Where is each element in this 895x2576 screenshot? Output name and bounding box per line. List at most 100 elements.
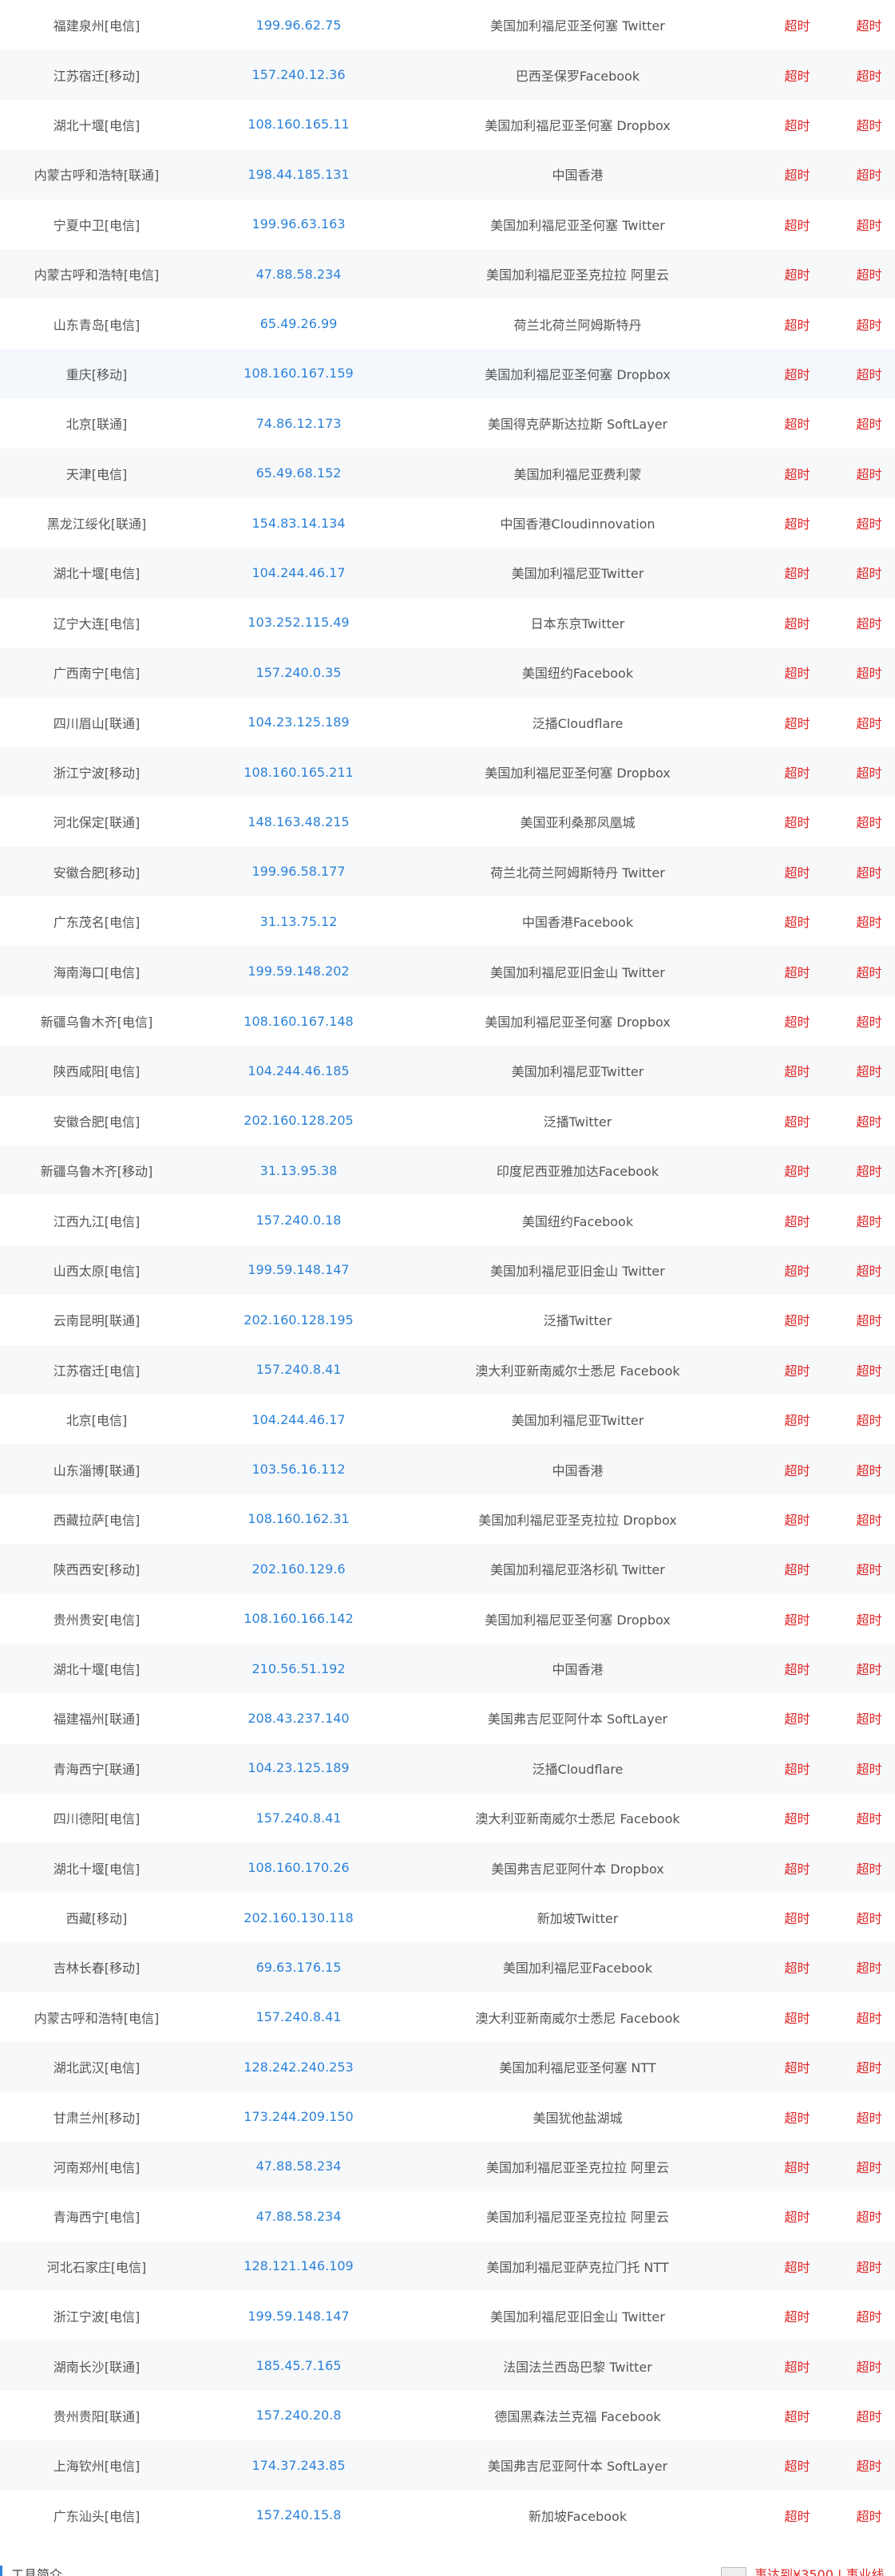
status-cell: 超时 [856, 1811, 882, 1827]
ip-link[interactable]: 47.88.58.234 [193, 267, 404, 282]
table-row: 湖北十堰[电信] 108.160.165.11 美国加利福尼亚圣何塞 Dropbox… [0, 100, 895, 149]
table-row: 江苏宿迁[电信] 157.240.8.41 澳大利亚新南威尔士悉尼 Facebook… [0, 1344, 895, 1395]
ip-link[interactable]: 103.252.115.49 [193, 615, 404, 630]
ip-link[interactable]: 65.49.26.99 [193, 316, 404, 331]
status-cell: 超时 [784, 2060, 810, 2076]
status-cell: 超时 [784, 1512, 810, 1528]
ip-link[interactable]: 157.240.0.18 [193, 1213, 404, 1228]
table-row: 新疆乌鲁木齐[移动] 31.13.95.38 印度尼西亚雅加达Facebook 超时 超… [0, 1145, 895, 1196]
ip-link[interactable]: 202.160.129.6 [193, 1561, 404, 1577]
location-cell: 江西九江[电信] [53, 1213, 141, 1229]
status-cell: 超时 [856, 1562, 882, 1578]
ip-geo-cell: 美国加利福尼亚Twitter [511, 566, 644, 582]
ip-geo-cell: 美国加利福尼亚Twitter [511, 1064, 644, 1080]
location-cell: 广西南宁[电信] [53, 666, 141, 682]
ip-geo-cell: 美国加利福尼亚圣克拉拉 Dropbox [478, 1512, 677, 1528]
ip-geo-cell: 澳大利亚新南威尔士悉尼 Facebook [475, 1811, 680, 1827]
ip-link[interactable]: 157.240.15.8 [193, 2507, 404, 2523]
table-row: 广东汕头[电信] 157.240.15.8 新加坡Facebook 超时 超时 [0, 2491, 895, 2540]
ip-link[interactable]: 104.244.46.17 [193, 565, 404, 580]
ip-geo-cell: 美国加利福尼亚萨克拉门托 NTT [486, 2259, 669, 2275]
table-row: 海南海口[电信] 199.59.148.202 美国加利福尼亚旧金山 Twitter… [0, 946, 895, 996]
ip-link[interactable]: 31.13.75.12 [193, 914, 404, 929]
ip-link[interactable]: 108.160.166.142 [193, 1611, 404, 1626]
ip-link[interactable]: 185.45.7.165 [193, 2358, 404, 2373]
ip-link[interactable]: 104.23.125.189 [193, 1760, 404, 1775]
ip-link[interactable]: 148.163.48.215 [193, 814, 404, 829]
table-row: 四川德阳[电信] 157.240.8.41 澳大利亚新南威尔士悉尼 Facebook… [0, 1793, 895, 1842]
status-cell: 超时 [856, 117, 882, 133]
ip-geo-cell: 德国黑森法兰克福 Facebook [494, 2408, 661, 2424]
ip-link[interactable]: 108.160.170.26 [193, 1860, 404, 1875]
ip-link[interactable]: 174.37.243.85 [193, 2458, 404, 2473]
status-cell: 超时 [856, 715, 882, 731]
ip-link[interactable]: 157.240.8.41 [193, 2009, 404, 2024]
ip-link[interactable]: 47.88.58.234 [193, 2209, 404, 2224]
location-cell: 江苏宿迁[移动] [53, 68, 141, 84]
ip-geo-cell: 美国加利福尼亚Facebook [502, 1961, 653, 1977]
ip-geo-cell: 新加坡Twitter [537, 1911, 619, 1927]
ip-link[interactable]: 104.244.46.17 [193, 1412, 404, 1427]
location-cell: 内蒙古呼和浩特[联通] [34, 168, 160, 184]
ip-link[interactable]: 108.160.162.31 [193, 1511, 404, 1526]
ip-link[interactable]: 157.240.8.41 [193, 1810, 404, 1826]
status-cell: 超时 [784, 1761, 810, 1777]
status-cell: 超时 [856, 1911, 882, 1927]
ip-link[interactable]: 198.44.185.131 [193, 167, 404, 182]
ip-link[interactable]: 210.56.51.192 [193, 1661, 404, 1676]
ip-link[interactable]: 199.59.148.147 [193, 1262, 404, 1277]
ip-link[interactable]: 104.23.125.189 [193, 714, 404, 730]
ip-link[interactable]: 202.160.128.205 [193, 1113, 404, 1128]
ip-link[interactable]: 65.49.68.152 [193, 465, 404, 481]
ip-geo-cell: 美国加利福尼亚圣何塞 Dropbox [485, 1015, 671, 1030]
ip-link[interactable]: 103.56.16.112 [193, 1462, 404, 1477]
table-row: 湖北十堰[电信] 108.160.170.26 美国弗吉尼亚阿什本 Dropbox 超… [0, 1842, 895, 1893]
ip-link[interactable]: 208.43.237.140 [193, 1711, 404, 1726]
location-cell: 安徽合肥[移动] [53, 865, 141, 880]
location-cell: 云南昆明[联通] [53, 1313, 141, 1329]
ip-link[interactable]: 157.240.20.8 [193, 2408, 404, 2423]
status-cell: 超时 [784, 18, 810, 34]
status-cell: 超时 [784, 2159, 810, 2175]
ip-link[interactable]: 199.96.63.163 [193, 216, 404, 231]
status-cell: 超时 [856, 615, 882, 631]
ip-link[interactable]: 199.96.58.177 [193, 864, 404, 879]
ip-link[interactable]: 199.59.148.147 [193, 2309, 404, 2324]
ip-link[interactable]: 202.160.128.195 [193, 1312, 404, 1328]
ip-link[interactable]: 108.160.167.159 [193, 366, 404, 381]
status-cell: 超时 [856, 2309, 882, 2325]
ip-link[interactable]: 157.240.0.35 [193, 665, 404, 680]
ip-link[interactable]: 128.121.146.109 [193, 2258, 404, 2273]
ip-link[interactable]: 199.59.148.202 [193, 964, 404, 979]
ip-link[interactable]: 157.240.12.36 [193, 67, 404, 82]
ip-link[interactable]: 104.244.46.185 [193, 1063, 404, 1078]
ip-link[interactable]: 202.160.130.118 [193, 1910, 404, 1925]
ip-link[interactable]: 74.86.12.173 [193, 416, 404, 431]
status-cell: 超时 [856, 1961, 882, 1977]
table-row: 北京[联通] 74.86.12.173 美国得克萨斯达拉斯 SoftLayer 超时 超… [0, 398, 895, 448]
status-cell: 超时 [784, 1612, 810, 1628]
ip-link[interactable]: 31.13.95.38 [193, 1163, 404, 1178]
status-cell: 超时 [784, 715, 810, 731]
ip-geo-cell: 中国香港 [552, 1662, 604, 1678]
ip-link[interactable]: 108.160.165.211 [193, 765, 404, 780]
ip-geo-cell: 美国加利福尼亚圣克拉拉 阿里云 [485, 2210, 670, 2226]
ip-link[interactable]: 173.244.209.150 [193, 2109, 404, 2124]
ip-link[interactable]: 108.160.165.11 [193, 117, 404, 132]
ip-geo-cell: 美国弗吉尼亚阿什本 SoftLayer [487, 1711, 668, 1727]
ip-link[interactable]: 69.63.176.15 [193, 1960, 404, 1975]
ip-link[interactable]: 128.242.240.253 [193, 2060, 404, 2075]
promo-link[interactable]: 事达到¥3500 | 事业线 [754, 2564, 884, 2576]
ip-link[interactable]: 199.96.62.75 [193, 18, 404, 33]
table-row: 安徽合肥[移动] 199.96.58.177 荷兰北荷兰阿姆斯特丹 Twitter 超… [0, 846, 895, 897]
ip-link[interactable]: 47.88.58.234 [193, 2159, 404, 2174]
table-row: 湖北武汉[电信] 128.242.240.253 美国加利福尼亚圣何塞 NTT 超时 超… [0, 2042, 895, 2092]
table-row: 福建泉州[电信] 199.96.62.75 美国加利福尼亚圣何塞 Twitter 超时… [0, 0, 895, 49]
location-cell: 河北保定[联通] [53, 815, 141, 831]
ad-icon[interactable] [721, 2567, 746, 2576]
ip-link[interactable]: 108.160.167.148 [193, 1014, 404, 1029]
status-cell: 超时 [856, 2210, 882, 2226]
ip-link[interactable]: 154.83.14.134 [193, 516, 404, 531]
location-cell: 湖北武汉[电信] [53, 2060, 141, 2076]
ip-link[interactable]: 157.240.8.41 [193, 1362, 404, 1377]
